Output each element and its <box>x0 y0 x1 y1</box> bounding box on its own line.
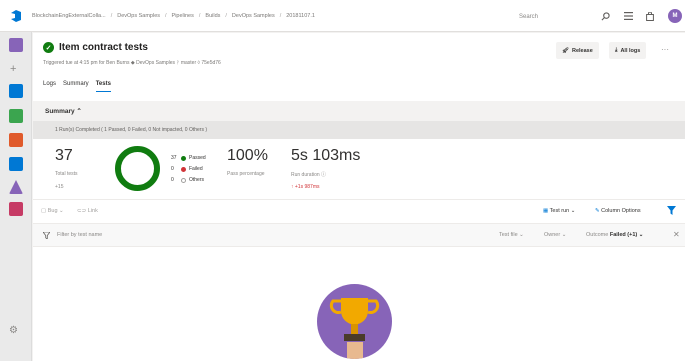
download-icon: ⤓ <box>615 47 618 53</box>
breadcrumb-separator: / <box>198 12 201 19</box>
breadcrumb-item-build[interactable]: 20181107.1 <box>286 13 315 19</box>
legend-count: 0 <box>171 166 174 172</box>
tab-tests[interactable]: Tests <box>95 81 111 92</box>
legend-count: 0 <box>171 177 174 183</box>
passed-dot-icon <box>181 155 186 161</box>
all-logs-button-label: All logs <box>620 47 641 54</box>
left-navigation-rail: + ⚙ <box>0 32 32 361</box>
legend-others: 0 Others <box>171 177 204 183</box>
summary-section-toggle[interactable]: Summary ⌃ <box>33 101 685 121</box>
total-tests-label: Total tests <box>55 171 78 177</box>
boards-icon[interactable] <box>9 109 23 123</box>
failed-dot-icon <box>181 166 186 172</box>
runs-completed-text: 1 Run(s) Completed ( 1 Passed, 0 Failed,… <box>33 121 685 139</box>
run-subtitle: Triggered tue at 4:15 pm for Ben Burns ◆… <box>43 60 221 66</box>
results-toolbar: ▢ Bug ⌄ ⊂⊃ Link ▦ Test run ⌄ ✎ Column Op… <box>33 199 685 223</box>
search-input[interactable]: Search <box>519 10 581 23</box>
page-title: ✓ Item contract tests <box>43 42 148 53</box>
page-header: ✓ Item contract tests Triggered tue at 4… <box>33 33 685 101</box>
breadcrumb-item-pipelines[interactable]: Pipelines <box>172 13 194 19</box>
all-logs-button[interactable]: ⤓ All logs <box>609 42 647 59</box>
breadcrumb: BlockchainEngExternalColla... / DevOps S… <box>32 13 315 19</box>
total-tests-value: 37 <box>55 147 73 164</box>
owner-dropdown[interactable]: Owner ⌄ <box>544 232 566 238</box>
column-options-label: Column Options <box>601 208 641 214</box>
test-file-dropdown[interactable]: Test file ⌄ <box>499 232 524 238</box>
avatar[interactable]: M <box>668 9 682 23</box>
pipelines-icon[interactable] <box>9 157 23 171</box>
top-bar: BlockchainEngExternalColla... / DevOps S… <box>0 0 685 32</box>
outcome-value: Failed (+1) ⌄ <box>609 232 644 238</box>
legend-passed: 37 Passed <box>171 155 206 161</box>
link-button[interactable]: ⊂⊃ Link <box>77 208 98 214</box>
artifacts-icon[interactable] <box>9 202 23 216</box>
trophy-illustration <box>317 284 392 359</box>
others-dot-icon <box>181 177 186 183</box>
results-content <box>33 247 685 361</box>
outcome-label: Outcome <box>586 232 609 238</box>
breadcrumb-item-pipeline[interactable]: DevOps Samples <box>232 13 275 19</box>
filter-by-test-name-input[interactable]: Filter by test name <box>57 232 102 238</box>
project-icon[interactable] <box>9 38 23 52</box>
tab-summary[interactable]: Summary <box>63 81 89 92</box>
breadcrumb-separator: / <box>225 12 227 19</box>
search-icon[interactable] <box>598 9 612 23</box>
legend-count: 37 <box>171 155 177 161</box>
legend-failed: 0 Failed <box>171 166 203 172</box>
run-duration-value: 5s 103ms <box>291 147 361 164</box>
shopping-bag-icon[interactable] <box>643 9 657 23</box>
link-icon: ⊂⊃ <box>77 208 88 214</box>
azure-devops-test-results: BlockchainEngExternalColla... / DevOps S… <box>0 0 685 361</box>
more-options-icon[interactable]: ··· <box>661 45 669 54</box>
breadcrumb-separator: / <box>279 12 282 19</box>
breadcrumb-item-builds[interactable]: Builds <box>205 13 220 19</box>
filter-bar: Filter by test name Test file ⌄ Owner ⌄ … <box>33 223 685 247</box>
plus-icon[interactable]: + <box>10 63 16 75</box>
gear-icon[interactable]: ⚙ <box>9 325 18 336</box>
release-button-label: Release <box>571 47 593 54</box>
breadcrumb-item-project[interactable]: DevOps Samples <box>117 13 160 19</box>
close-icon[interactable]: ✕ <box>673 230 680 239</box>
release-button[interactable]: 🚀︎ Release <box>556 42 599 59</box>
filter-funnel-small-icon <box>42 231 51 241</box>
breadcrumb-item-org[interactable]: BlockchainEngExternalColla... <box>32 13 106 19</box>
legend-label: Others <box>189 177 205 183</box>
overview-icon[interactable] <box>9 84 23 98</box>
table-icon: ▦ <box>543 208 550 214</box>
pass-percentage-value: 100% <box>227 147 268 164</box>
bug-button[interactable]: ▢ Bug ⌄ <box>41 208 64 214</box>
test-outcome-donut-chart <box>115 146 160 191</box>
bug-icon: ▢ <box>41 208 48 214</box>
repos-icon[interactable] <box>9 133 23 147</box>
success-check-icon: ✓ <box>43 42 54 53</box>
legend-label: Passed <box>189 155 206 161</box>
filter-funnel-icon[interactable] <box>667 206 676 217</box>
link-button-label: Link <box>87 208 98 214</box>
total-tests-delta: +15 <box>55 184 64 190</box>
test-run-dropdown[interactable]: ▦ Test run ⌄ <box>543 208 575 214</box>
test-plans-icon[interactable] <box>9 180 23 194</box>
run-duration-label: Run duration ⓘ <box>291 172 327 178</box>
breadcrumb-separator: / <box>165 12 167 19</box>
column-options-button[interactable]: ✎ Column Options <box>595 208 641 214</box>
outcome-dropdown[interactable]: Outcome Failed (+1) ⌄ <box>586 232 643 238</box>
breadcrumb-separator: / <box>110 12 113 19</box>
page-title-text: Item contract tests <box>59 42 148 53</box>
rocket-icon: 🚀︎ <box>562 47 569 54</box>
summary-metrics: 37 Total tests +15 37 Passed 0 Failed 0 … <box>33 139 685 199</box>
bug-button-label: Bug ⌄ <box>47 208 64 214</box>
pass-percentage-label: Pass percentage <box>227 171 265 177</box>
list-icon[interactable] <box>621 9 635 23</box>
run-duration-delta: ↑ +1s 987ms <box>291 184 320 190</box>
azure-devops-logo-icon[interactable] <box>0 0 32 32</box>
test-run-label: Test run ⌄ <box>549 208 576 214</box>
tab-bar: Logs Summary Tests <box>43 81 118 92</box>
legend-label: Failed <box>189 166 203 172</box>
tab-logs[interactable]: Logs <box>43 81 56 92</box>
